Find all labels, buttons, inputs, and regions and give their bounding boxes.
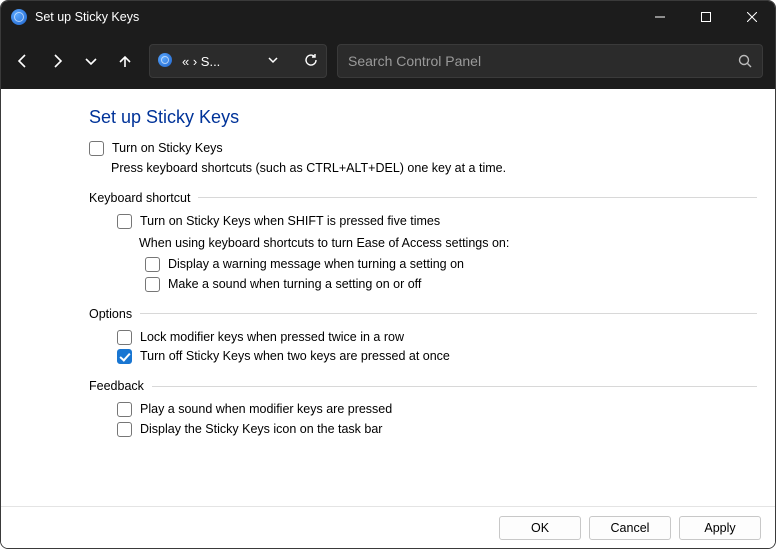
- group-title-options: Options: [89, 307, 132, 321]
- sound-label: Make a sound when turning a setting on o…: [168, 276, 421, 293]
- recent-locations-button[interactable]: [75, 43, 107, 79]
- up-button[interactable]: [109, 43, 141, 79]
- sound-checkbox[interactable]: [145, 277, 160, 292]
- soundmod-row[interactable]: Play a sound when modifier keys are pres…: [117, 401, 757, 418]
- twokey-checkbox[interactable]: [117, 349, 132, 364]
- ease-of-access-intro: When using keyboard shortcuts to turn Ea…: [139, 236, 757, 250]
- ok-button[interactable]: OK: [499, 516, 581, 540]
- taskbar-checkbox[interactable]: [117, 422, 132, 437]
- refresh-button[interactable]: [304, 53, 318, 70]
- warning-row[interactable]: Display a warning message when turning a…: [145, 256, 757, 273]
- warning-label: Display a warning message when turning a…: [168, 256, 464, 273]
- soundmod-checkbox[interactable]: [117, 402, 132, 417]
- maximize-button[interactable]: [683, 1, 729, 33]
- titlebar: Set up Sticky Keys: [1, 1, 775, 33]
- window-title: Set up Sticky Keys: [35, 10, 139, 24]
- shift5-label: Turn on Sticky Keys when SHIFT is presse…: [140, 213, 440, 230]
- control-panel-icon: [158, 53, 174, 69]
- turn-on-sticky-keys-label: Turn on Sticky Keys: [112, 140, 223, 157]
- group-feedback: Feedback Play a sound when modifier keys…: [89, 379, 757, 438]
- group-options: Options Lock modifier keys when pressed …: [89, 307, 757, 366]
- group-keyboard-shortcut: Keyboard shortcut Turn on Sticky Keys wh…: [89, 191, 757, 293]
- twokey-label: Turn off Sticky Keys when two keys are p…: [140, 348, 450, 365]
- content-area: Set up Sticky Keys Turn on Sticky Keys P…: [1, 89, 775, 506]
- breadcrumb: « › S...: [182, 54, 260, 69]
- address-bar[interactable]: « › S...: [149, 44, 327, 78]
- footer: OK Cancel Apply: [1, 506, 775, 548]
- chevron-down-icon[interactable]: [268, 54, 278, 68]
- search-box[interactable]: [337, 44, 763, 78]
- taskbar-label: Display the Sticky Keys icon on the task…: [140, 421, 382, 438]
- group-title-keyboard-shortcut: Keyboard shortcut: [89, 191, 190, 205]
- navbar: « › S...: [1, 33, 775, 89]
- soundmod-label: Play a sound when modifier keys are pres…: [140, 401, 392, 418]
- forward-button[interactable]: [41, 43, 73, 79]
- shift5-row[interactable]: Turn on Sticky Keys when SHIFT is presse…: [117, 213, 757, 230]
- taskbar-row[interactable]: Display the Sticky Keys icon on the task…: [117, 421, 757, 438]
- turn-on-sticky-keys-checkbox[interactable]: [89, 141, 104, 156]
- search-input[interactable]: [348, 53, 738, 69]
- lock-label: Lock modifier keys when pressed twice in…: [140, 329, 404, 346]
- app-icon: [11, 9, 27, 25]
- twokey-row[interactable]: Turn off Sticky Keys when two keys are p…: [117, 348, 757, 365]
- warning-checkbox[interactable]: [145, 257, 160, 272]
- group-title-feedback: Feedback: [89, 379, 144, 393]
- turn-on-desc: Press keyboard shortcuts (such as CTRL+A…: [111, 161, 757, 175]
- lock-row[interactable]: Lock modifier keys when pressed twice in…: [117, 329, 757, 346]
- lock-checkbox[interactable]: [117, 330, 132, 345]
- turn-on-sticky-keys-row[interactable]: Turn on Sticky Keys: [89, 140, 757, 157]
- page-title: Set up Sticky Keys: [89, 107, 757, 128]
- cancel-button[interactable]: Cancel: [589, 516, 671, 540]
- minimize-button[interactable]: [637, 1, 683, 33]
- window: Set up Sticky Keys « › S... Set up Stick…: [0, 0, 776, 549]
- shift5-checkbox[interactable]: [117, 214, 132, 229]
- back-button[interactable]: [7, 43, 39, 79]
- sound-row[interactable]: Make a sound when turning a setting on o…: [145, 276, 757, 293]
- close-button[interactable]: [729, 1, 775, 33]
- search-icon[interactable]: [738, 54, 752, 68]
- apply-button[interactable]: Apply: [679, 516, 761, 540]
